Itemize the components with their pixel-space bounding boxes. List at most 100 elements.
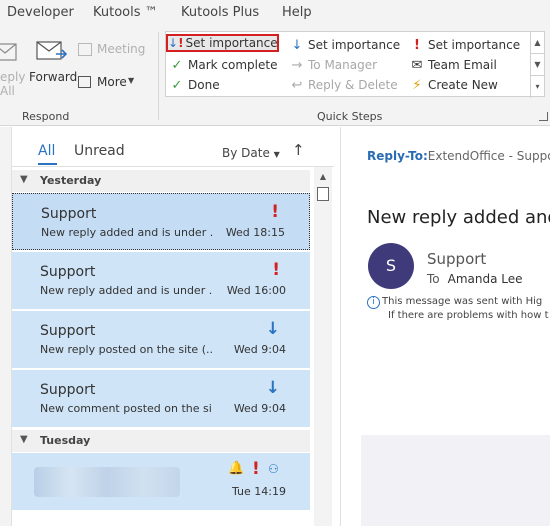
check-icon: ✓ bbox=[171, 57, 183, 73]
mail-subject: New comment posted on the si... bbox=[40, 402, 212, 415]
arrow-down-exclaim-icon: ↓! bbox=[168, 36, 184, 50]
mail-sender: Support bbox=[40, 382, 96, 398]
calendar-icon bbox=[78, 43, 92, 56]
meeting-button[interactable]: Meeting bbox=[78, 42, 146, 60]
avatar[interactable]: S bbox=[368, 243, 414, 289]
message-subject: New reply added and bbox=[367, 207, 550, 228]
filter-all-tab[interactable]: All bbox=[38, 143, 55, 159]
collapse-chevron-icon: ▼ bbox=[20, 434, 28, 445]
mail-time: Wed 18:15 bbox=[225, 226, 285, 239]
envelope-icon: ✉ bbox=[411, 57, 423, 73]
qs-scroll-up[interactable]: ▲ bbox=[531, 32, 544, 54]
more-icon bbox=[78, 76, 91, 88]
high-importance-icon: ! bbox=[271, 202, 279, 222]
qs-set-importance-2[interactable]: ↓ Set importance bbox=[288, 36, 401, 54]
mail-time: Wed 9:04 bbox=[233, 343, 286, 356]
message-body bbox=[361, 435, 550, 526]
sort-direction-icon[interactable]: ↑ bbox=[292, 141, 305, 159]
message-list: All Unread By Date ▼ ↑ ▼ Yesterday Suppo… bbox=[12, 127, 334, 526]
chevron-down-icon: ▼ bbox=[273, 150, 280, 159]
forward-arrow-icon: → bbox=[291, 57, 303, 73]
chevron-down-icon: ▼ bbox=[128, 76, 135, 85]
mail-sender: Support bbox=[40, 264, 96, 280]
mail-subject: New reply added and is under ... bbox=[41, 226, 213, 239]
qs-set-importance-low[interactable]: ↓! Set importance bbox=[166, 34, 279, 52]
respond-group-label: Respond bbox=[22, 110, 70, 123]
high-importance-icon: ! bbox=[252, 459, 260, 479]
mail-item[interactable]: 🔔 ! ⚇ Tue 14:19 bbox=[12, 453, 310, 510]
more-label: More bbox=[97, 75, 127, 89]
message-sender[interactable]: Support bbox=[427, 250, 486, 268]
qs-expand[interactable]: ▾ bbox=[531, 76, 544, 98]
qs-team-email[interactable]: ✉ Team Email bbox=[408, 56, 497, 74]
reply-to-value[interactable]: ExtendOffice - Support bbox=[428, 149, 550, 163]
exclamation-icon: ! bbox=[414, 37, 420, 53]
mail-sender: Support bbox=[40, 323, 96, 339]
qs-label: Create New bbox=[428, 78, 498, 92]
mail-time: Tue 14:19 bbox=[232, 485, 286, 498]
qs-mark-complete[interactable]: ✓ Mark complete bbox=[168, 56, 278, 74]
mail-subject: New reply added and is under ... bbox=[40, 284, 212, 297]
low-importance-icon: ↓ bbox=[265, 378, 280, 398]
group-header-tuesday[interactable]: ▼ Tuesday bbox=[12, 430, 310, 452]
collapse-chevron-icon: ▼ bbox=[20, 174, 28, 185]
menu-bar: Developer Kutools ™ Kutools Plus Help bbox=[0, 0, 550, 28]
menu-kutools[interactable]: Kutools ™ bbox=[93, 5, 158, 20]
mail-item[interactable]: Support New reply added and is under ...… bbox=[12, 193, 310, 250]
ribbon: eply All Forward Meeting More ▼ Respond … bbox=[0, 28, 550, 126]
group-header-yesterday[interactable]: ▼ Yesterday bbox=[12, 170, 310, 192]
filter-unread-tab[interactable]: Unread bbox=[74, 143, 125, 159]
info-line-2: If there are problems with how t bbox=[388, 310, 549, 321]
low-importance-icon: ↓ bbox=[265, 319, 280, 339]
sort-by-date[interactable]: By Date ▼ bbox=[222, 146, 280, 160]
mail-time: Wed 9:04 bbox=[233, 402, 286, 415]
reminder-bell-icon: 🔔 bbox=[228, 461, 245, 476]
lightning-icon: ⚡ bbox=[412, 77, 422, 93]
reply-all-icon bbox=[0, 43, 17, 61]
reply-all-button[interactable]: eply All bbox=[0, 36, 26, 102]
to-label: To bbox=[427, 272, 440, 286]
group-label: Tuesday bbox=[40, 434, 91, 447]
reply-to-label: Reply-To: bbox=[367, 149, 428, 163]
ribbon-separator bbox=[158, 32, 159, 120]
qs-label: To Manager bbox=[308, 58, 378, 72]
mail-item[interactable]: Support New reply posted on the site (..… bbox=[12, 311, 310, 368]
scroll-up-icon[interactable]: ▲ bbox=[316, 170, 330, 184]
dialog-launcher-icon[interactable] bbox=[539, 112, 548, 121]
qs-done[interactable]: ✓ Done bbox=[168, 76, 220, 94]
arrow-down-icon: ↓ bbox=[291, 37, 303, 53]
info-bar[interactable]: i This message was sent with Hig If there… bbox=[367, 295, 549, 323]
mail-item[interactable]: Support New reply added and is under ...… bbox=[12, 252, 310, 309]
qs-label: Team Email bbox=[428, 58, 497, 72]
mail-item[interactable]: Support New comment posted on the si... … bbox=[12, 370, 310, 427]
mail-subject: New reply posted on the site (... bbox=[40, 343, 212, 356]
list-filter-bar: All Unread By Date ▼ ↑ bbox=[12, 127, 334, 167]
qs-label: Set importance bbox=[428, 38, 521, 52]
qs-to-manager[interactable]: → To Manager bbox=[288, 56, 378, 74]
meeting-label: Meeting bbox=[97, 42, 146, 56]
scroll-thumb[interactable] bbox=[317, 187, 329, 201]
qs-reply-delete[interactable]: ↩ Reply & Delete bbox=[288, 76, 398, 94]
qs-scroll-down[interactable]: ▼ bbox=[531, 54, 544, 76]
info-line-1: This message was sent with Hig bbox=[382, 296, 543, 307]
menu-kutools-plus[interactable]: Kutools Plus bbox=[181, 5, 259, 20]
qs-label: Set importance bbox=[185, 36, 278, 50]
group-label: Yesterday bbox=[40, 174, 102, 187]
reading-pane: Reply-To:ExtendOffice - Support New repl… bbox=[340, 127, 550, 526]
menu-developer[interactable]: Developer bbox=[7, 5, 74, 20]
more-button[interactable]: More ▼ bbox=[78, 74, 144, 92]
high-importance-icon: ! bbox=[272, 260, 280, 280]
quick-steps-group-label: Quick Steps bbox=[317, 110, 383, 123]
check-icon: ✓ bbox=[171, 77, 183, 93]
qs-create-new[interactable]: ⚡ Create New bbox=[408, 76, 498, 94]
forward-button[interactable]: Forward bbox=[29, 36, 77, 102]
qs-set-importance-3[interactable]: ! Set importance bbox=[408, 36, 520, 54]
list-scrollbar[interactable]: ▲ bbox=[314, 167, 332, 526]
qs-label: Mark complete bbox=[188, 58, 278, 72]
menu-help[interactable]: Help bbox=[282, 5, 312, 20]
forward-icon bbox=[36, 41, 68, 60]
quick-steps-scroll: ▲ ▼ ▾ bbox=[530, 32, 544, 98]
reply-all-label: eply All bbox=[0, 70, 26, 98]
to-value[interactable]: Amanda Lee bbox=[448, 272, 523, 286]
qs-label: Set importance bbox=[308, 38, 401, 52]
